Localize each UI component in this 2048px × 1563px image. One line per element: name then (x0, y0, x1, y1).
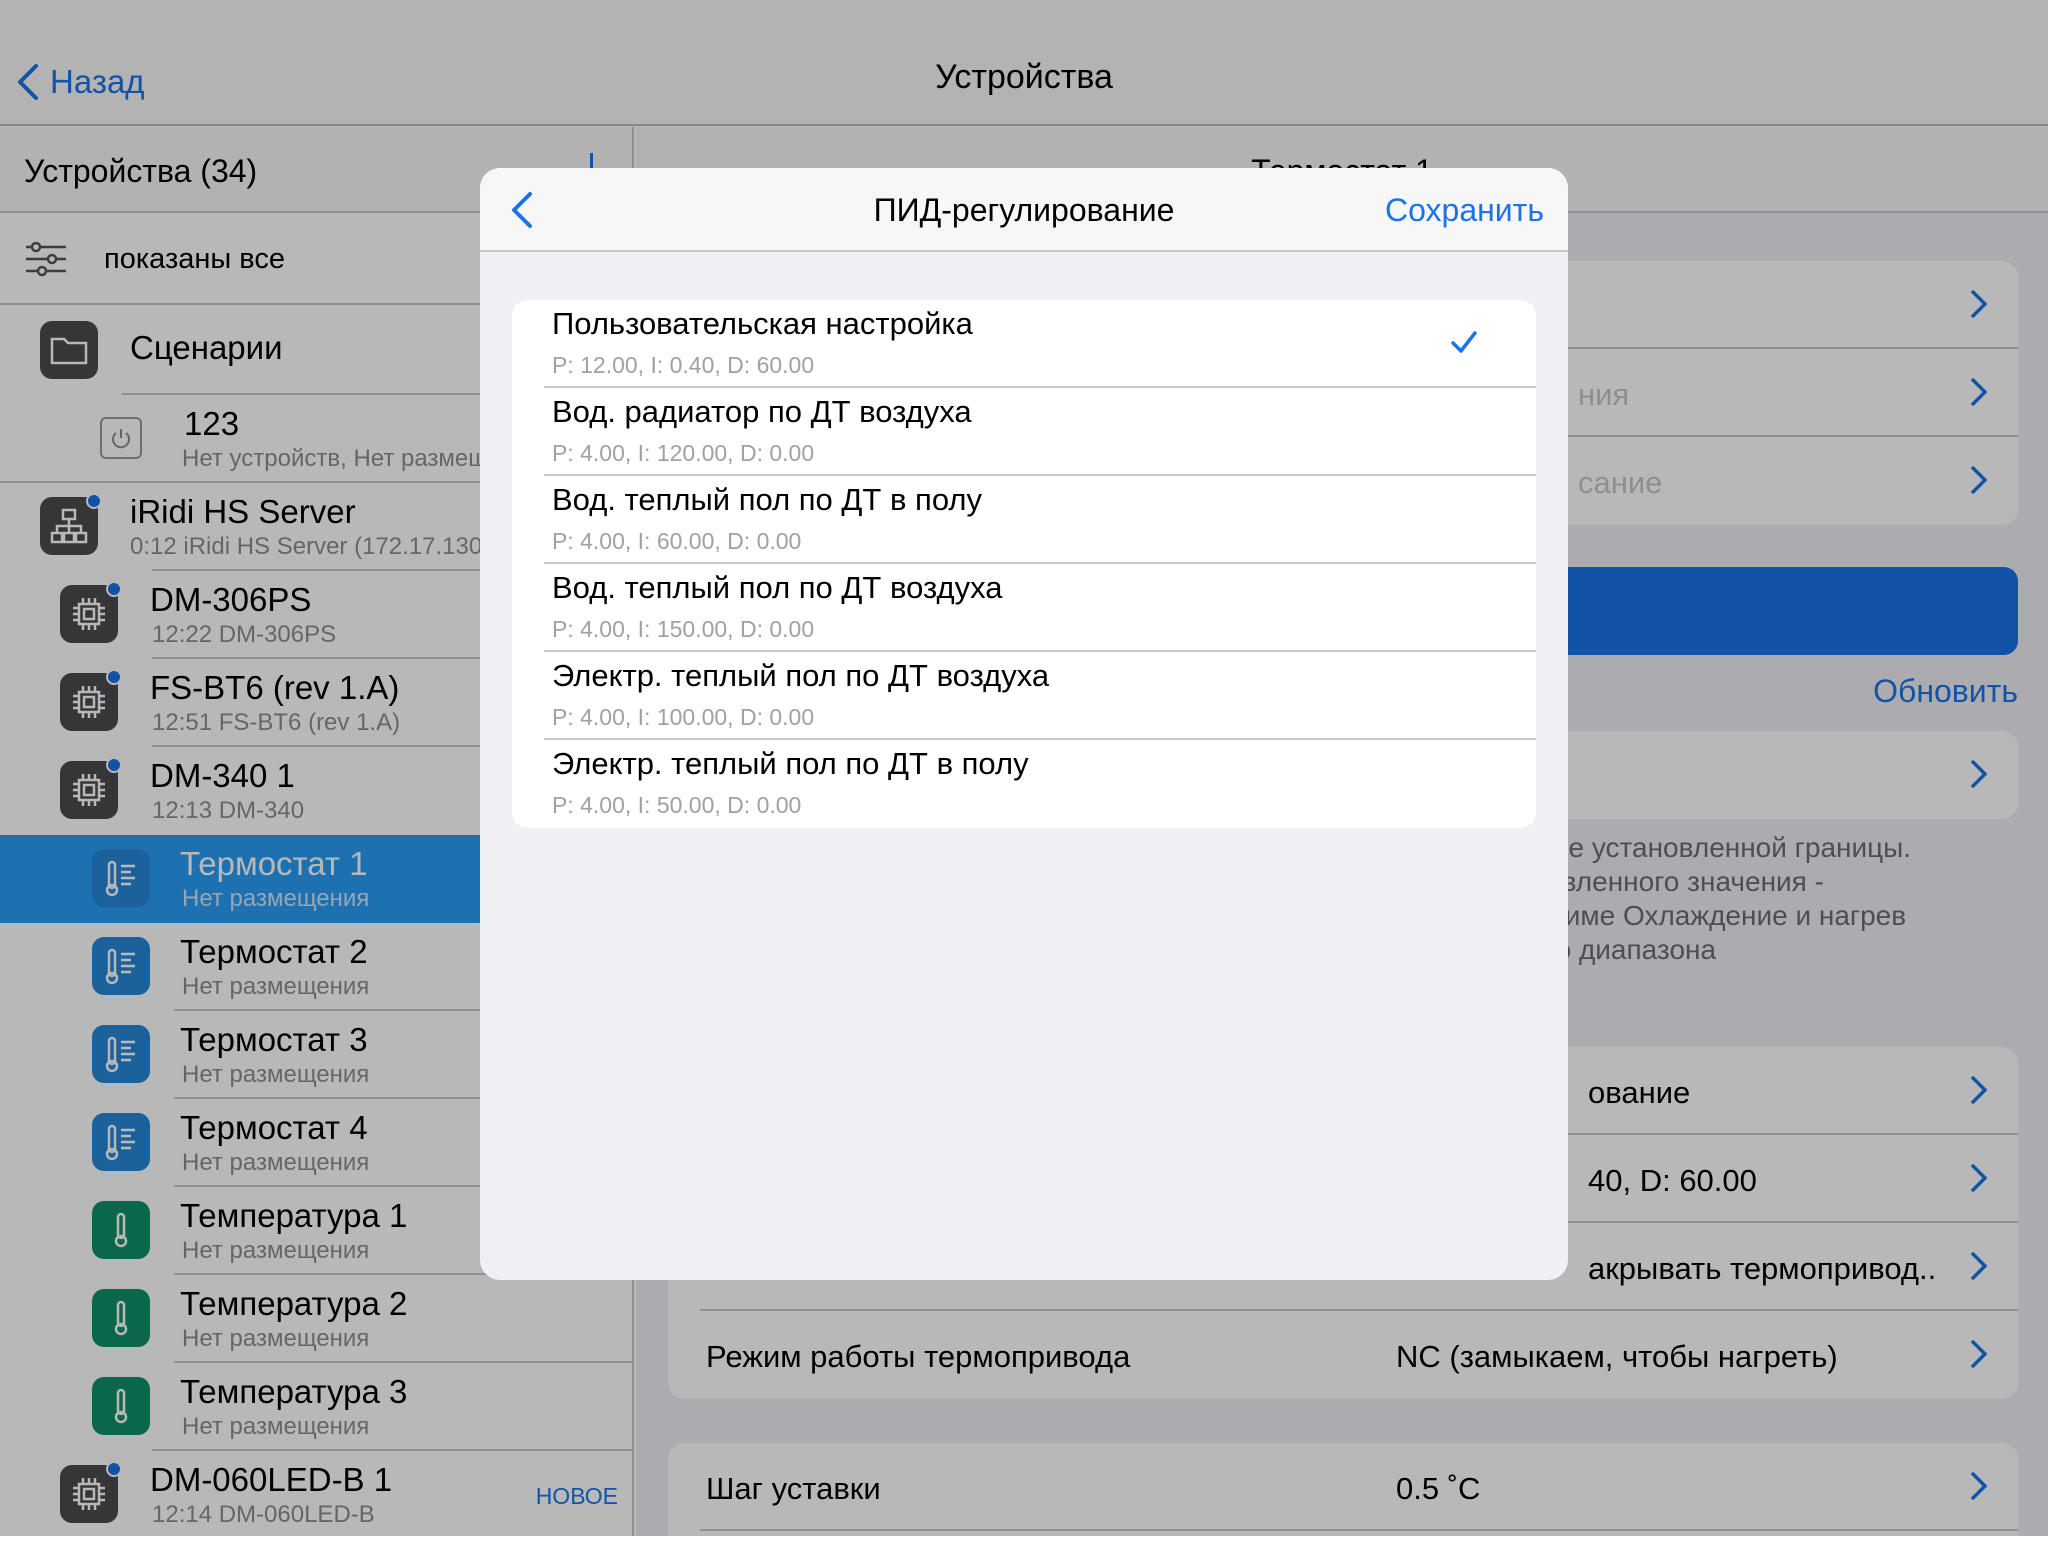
modal-header: ПИД-регулирование Сохранить (480, 168, 1568, 252)
option-name: Вод. теплый пол по ДТ в полу (552, 482, 982, 517)
option-name: Электр. теплый пол по ДТ в полу (552, 746, 1029, 781)
option-params: P: 4.00, I: 60.00, D: 0.00 (552, 528, 802, 554)
option-name: Вод. радиатор по ДТ воздуха (552, 394, 972, 429)
option-name: Электр. теплый пол по ДТ воздуха (552, 658, 1050, 693)
save-button[interactable]: Сохранить (1385, 192, 1544, 229)
pid-preset-list: Пользовательская настройка P: 12.00, I: … (512, 300, 1536, 828)
option-params: P: 4.00, I: 50.00, D: 0.00 (552, 792, 802, 818)
option-params: P: 12.00, I: 0.40, D: 60.00 (552, 352, 815, 378)
pid-option-water-floor-floor[interactable]: Вод. теплый пол по ДТ в полу P: 4.00, I:… (512, 476, 1536, 564)
option-params: P: 4.00, I: 100.00, D: 0.00 (552, 704, 815, 730)
pid-option-water-floor-air[interactable]: Вод. теплый пол по ДТ воздуха P: 4.00, I… (512, 564, 1536, 652)
option-params: P: 4.00, I: 120.00, D: 0.00 (552, 440, 815, 466)
pid-option-radiator-air[interactable]: Вод. радиатор по ДТ воздуха P: 4.00, I: … (512, 388, 1536, 476)
option-name: Вод. теплый пол по ДТ воздуха (552, 570, 1003, 605)
pid-option-electric-floor-air[interactable]: Электр. теплый пол по ДТ воздуха P: 4.00… (512, 652, 1536, 740)
option-name: Пользовательская настройка (552, 306, 973, 341)
pid-option-electric-floor-floor[interactable]: Электр. теплый пол по ДТ в полу P: 4.00,… (512, 740, 1536, 828)
option-params: P: 4.00, I: 150.00, D: 0.00 (552, 616, 815, 642)
pid-modal: ПИД-регулирование Сохранить Пользователь… (480, 168, 1568, 1280)
pid-option-custom[interactable]: Пользовательская настройка P: 12.00, I: … (512, 300, 1536, 388)
checkmark-icon (1451, 331, 1477, 353)
